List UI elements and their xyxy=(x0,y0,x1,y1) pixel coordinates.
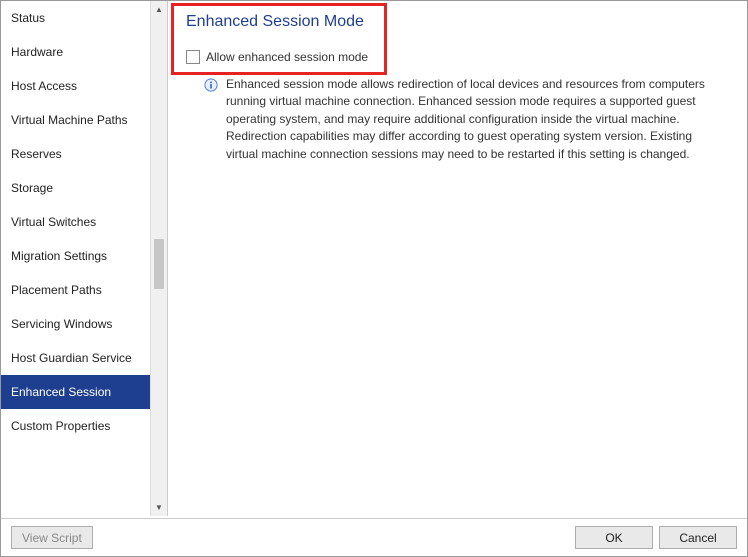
sidebar-item-label: Servicing Windows xyxy=(11,317,112,331)
sidebar-item-label: Hardware xyxy=(11,45,63,59)
sidebar-item-placement-paths[interactable]: Placement Paths xyxy=(1,273,167,307)
sidebar-item-servicing-windows[interactable]: Servicing Windows xyxy=(1,307,167,341)
sidebar-item-vm-paths[interactable]: Virtual Machine Paths xyxy=(1,103,167,137)
footer: View Script OK Cancel xyxy=(1,518,747,556)
cancel-button[interactable]: Cancel xyxy=(659,526,737,549)
scroll-thumb[interactable] xyxy=(154,239,164,289)
view-script-button[interactable]: View Script xyxy=(11,526,93,549)
sidebar-item-label: Virtual Machine Paths xyxy=(11,113,128,127)
sidebar-item-label: Status xyxy=(11,11,45,25)
sidebar-item-status[interactable]: Status xyxy=(1,1,167,35)
info-text: Enhanced session mode allows redirection… xyxy=(226,76,727,163)
ok-button[interactable]: OK xyxy=(575,526,653,549)
info-icon xyxy=(204,78,218,92)
sidebar-item-custom-properties[interactable]: Custom Properties xyxy=(1,409,167,443)
sidebar-item-label: Storage xyxy=(11,181,53,195)
sidebar-item-enhanced-session[interactable]: Enhanced Session xyxy=(1,375,167,409)
sidebar-scrollbar[interactable]: ▲ ▼ xyxy=(150,1,167,516)
sidebar-item-label: Virtual Switches xyxy=(11,215,96,229)
scroll-track[interactable] xyxy=(151,18,167,499)
sidebar-item-host-guardian[interactable]: Host Guardian Service xyxy=(1,341,167,375)
sidebar-item-label: Host Guardian Service xyxy=(11,351,132,365)
section-title: Enhanced Session Mode xyxy=(168,1,747,34)
sidebar-item-label: Placement Paths xyxy=(11,283,102,297)
sidebar-item-label: Host Access xyxy=(11,79,77,93)
checkbox-label[interactable]: Allow enhanced session mode xyxy=(206,50,368,64)
sidebar-item-label: Enhanced Session xyxy=(11,385,111,399)
sidebar-item-reserves[interactable]: Reserves xyxy=(1,137,167,171)
sidebar-item-host-access[interactable]: Host Access xyxy=(1,69,167,103)
sidebar-item-hardware[interactable]: Hardware xyxy=(1,35,167,69)
sidebar-item-migration[interactable]: Migration Settings xyxy=(1,239,167,273)
sidebar-item-label: Migration Settings xyxy=(11,249,107,263)
content-panel: Enhanced Session Mode Allow enhanced ses… xyxy=(168,1,747,516)
scroll-up-icon[interactable]: ▲ xyxy=(151,1,167,18)
sidebar-item-virtual-switches[interactable]: Virtual Switches xyxy=(1,205,167,239)
sidebar-item-label: Reserves xyxy=(11,147,62,161)
sidebar: Status Hardware Host Access Virtual Mach… xyxy=(1,1,168,516)
scroll-down-icon[interactable]: ▼ xyxy=(151,499,167,516)
sidebar-item-storage[interactable]: Storage xyxy=(1,171,167,205)
sidebar-item-label: Custom Properties xyxy=(11,419,110,433)
allow-enhanced-session-checkbox[interactable] xyxy=(186,50,200,64)
